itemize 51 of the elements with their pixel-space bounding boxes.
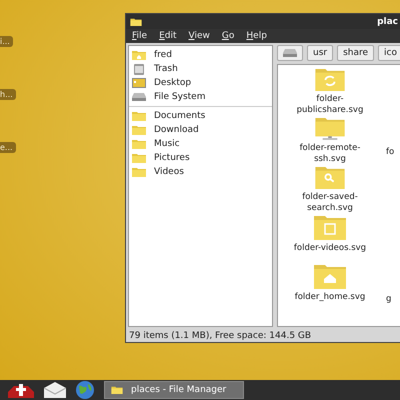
desktop-icon-label[interactable]: i... [0, 36, 13, 47]
drive-icon [283, 49, 297, 57]
path-button[interactable]: ico [378, 45, 400, 61]
sidebar-item[interactable]: File System [129, 90, 272, 104]
menu-item[interactable]: File [132, 31, 148, 41]
file-label[interactable]: folder-saved- search.svg [302, 192, 358, 214]
folder-icon [111, 386, 123, 394]
sidebar-item[interactable]: Download [129, 123, 272, 137]
folder-icon [132, 167, 146, 177]
network-folder-icon [313, 118, 347, 140]
package-icon[interactable] [8, 382, 34, 398]
window-title: plac [377, 16, 398, 26]
folder-icon [132, 139, 146, 149]
sidebar-item[interactable]: Pictures [129, 151, 272, 165]
desktop-icon [132, 78, 146, 88]
sync-folder-icon [313, 69, 347, 91]
trash-icon [132, 64, 146, 74]
drive-icon [132, 93, 146, 101]
globe-icon[interactable] [76, 381, 94, 399]
menu-item[interactable]: Edit [159, 31, 177, 41]
file-label[interactable]: folder-videos.svg [294, 243, 366, 254]
folder-icon [132, 153, 146, 163]
path-root-button[interactable] [277, 45, 303, 61]
folder-icon [130, 18, 142, 26]
search-folder-icon [313, 167, 347, 189]
status-text: 79 items (1.1 MB), Free space: 144.5 GB [129, 330, 312, 340]
sidebar-item[interactable]: fred [129, 48, 272, 62]
sidebar-item[interactable]: Music [129, 137, 272, 151]
desktop-icon-label[interactable]: h... [0, 89, 16, 100]
file-label[interactable]: g [386, 294, 392, 312]
path-button[interactable]: share [337, 45, 374, 61]
path-button[interactable]: usr [307, 45, 334, 61]
sidebar-item[interactable]: Documents [129, 109, 272, 123]
file-label[interactable]: fo [386, 147, 394, 165]
desktop-icon-label[interactable]: e... [0, 142, 16, 153]
file-label[interactable]: folder- publicshare.svg [296, 94, 364, 116]
sidebar-item[interactable]: Desktop [129, 76, 272, 90]
file-label[interactable]: folder-remote- ssh.svg [300, 142, 360, 165]
film-folder-icon [313, 216, 347, 240]
file-label[interactable]: folder_home.svg [294, 292, 366, 304]
menu-item[interactable]: View [188, 31, 210, 41]
sidebar-item[interactable]: Videos [129, 165, 272, 179]
home-folder-icon [132, 50, 146, 60]
folder-icon [132, 111, 146, 121]
home-folder-icon [313, 265, 347, 289]
menu-item[interactable]: Go [222, 31, 234, 41]
envelope-icon[interactable] [44, 382, 66, 398]
sidebar-item[interactable]: Trash [129, 62, 272, 76]
folder-icon [132, 125, 146, 135]
menu-item[interactable]: Help [246, 31, 267, 41]
taskbar-task[interactable]: places - File Manager [104, 381, 244, 399]
